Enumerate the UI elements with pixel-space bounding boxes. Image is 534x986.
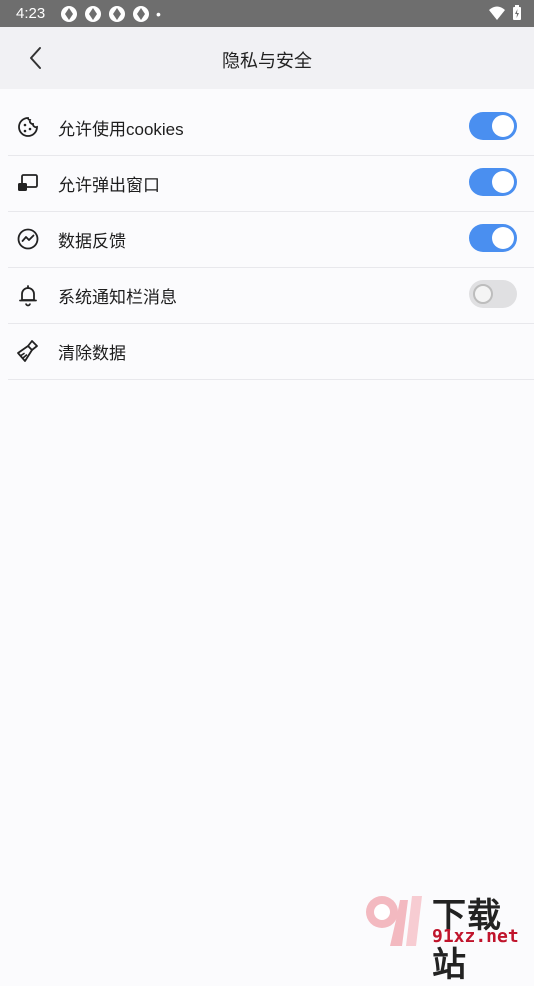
broom-icon (17, 340, 38, 362)
header-bar: 隐私与安全 (0, 27, 534, 89)
setting-row-clear-data[interactable]: 清除数据 (8, 323, 534, 380)
setting-row-cookies[interactable]: 允许使用cookies (8, 99, 534, 156)
notification-app-icon (85, 6, 101, 22)
system-status-icons (488, 5, 522, 21)
notification-icons: • (60, 5, 161, 23)
more-notifications-dot: • (156, 6, 161, 22)
watermark-url-text: 91xz.net (432, 926, 519, 947)
notification-app-icon (109, 6, 125, 22)
site-watermark: 下载站 91xz.net (362, 888, 534, 984)
setting-label: 系统通知栏消息 (58, 288, 177, 307)
popup-window-icon (18, 174, 38, 191)
toggle-knob (473, 284, 493, 304)
wifi-icon (489, 6, 505, 20)
page-title: 隐私与安全 (222, 51, 312, 71)
data-feedback-toggle[interactable] (469, 224, 517, 252)
notification-app-icon (61, 6, 77, 22)
popups-toggle[interactable] (469, 168, 517, 196)
setting-label: 允许弹出窗口 (58, 176, 160, 195)
setting-row-data-feedback[interactable]: 数据反馈 (8, 211, 534, 268)
toggle-knob (492, 171, 514, 193)
status-bar: 4:23 • (0, 0, 534, 27)
setting-row-system-notifications[interactable]: 系统通知栏消息 (8, 267, 534, 324)
cookies-toggle[interactable] (469, 112, 517, 140)
toggle-knob (492, 227, 514, 249)
system-notifications-toggle[interactable] (469, 280, 517, 308)
setting-row-popups[interactable]: 允许弹出窗口 (8, 155, 534, 212)
watermark-logo-icon (366, 896, 422, 946)
battery-icon (513, 5, 521, 20)
setting-label: 数据反馈 (58, 232, 126, 251)
feedback-chart-icon (17, 228, 39, 250)
cookie-icon (18, 117, 38, 137)
bell-icon (19, 285, 37, 307)
setting-label: 清除数据 (58, 344, 126, 363)
toggle-knob (492, 115, 514, 137)
status-time: 4:23 (16, 5, 46, 22)
setting-label: 允许使用cookies (58, 120, 184, 139)
notification-app-icon (133, 6, 149, 22)
